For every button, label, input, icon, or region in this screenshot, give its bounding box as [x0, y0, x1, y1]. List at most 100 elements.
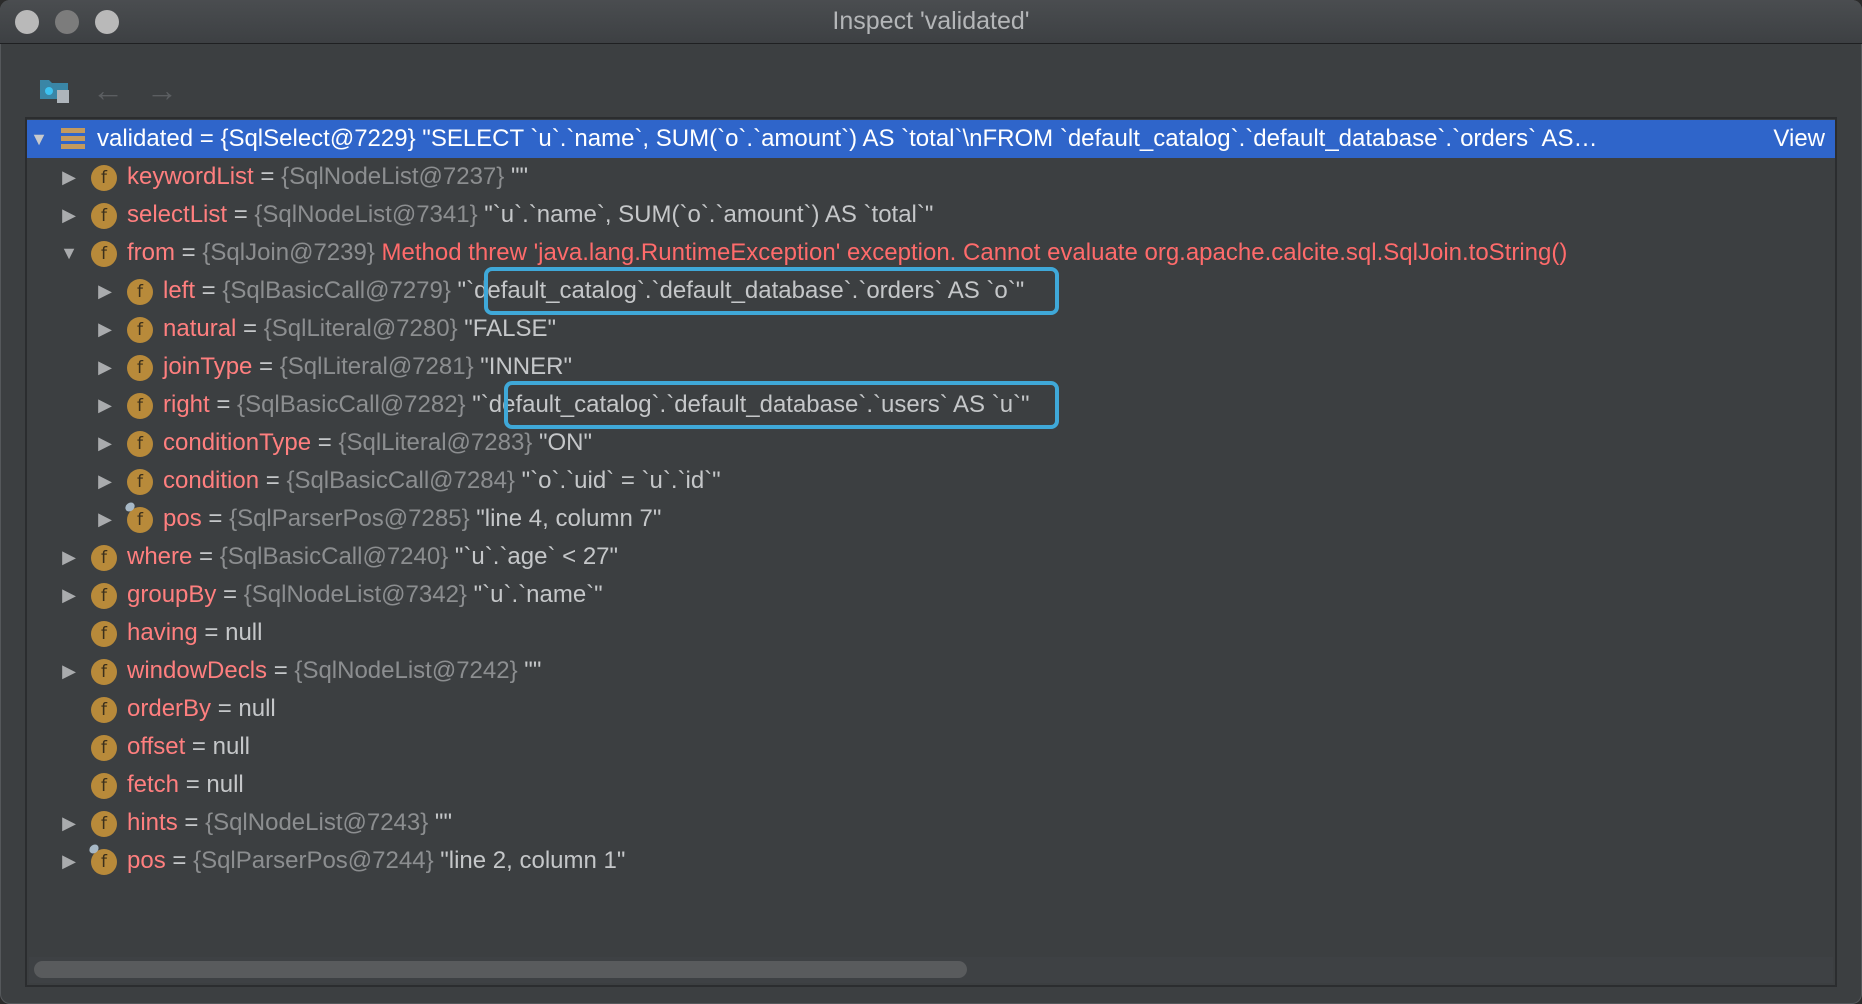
tree-row-joinType[interactable]: ▶ f joinType = {SqlLiteral@7281} "INNER" [27, 348, 1835, 386]
field-type: {SqlNodeList@7237} [281, 163, 505, 190]
field-icon: f [91, 583, 117, 609]
expand-toggle[interactable]: ▶ [59, 576, 79, 614]
expand-toggle[interactable]: ▶ [95, 310, 115, 348]
expand-toggle[interactable]: ▶ [95, 462, 115, 500]
equals-sign: = [192, 543, 220, 570]
tree-row-text: pos = {SqlParserPos@7285} "line 4, colum… [163, 500, 661, 538]
tree-row-windowDecls[interactable]: ▶ f windowDecls = {SqlNodeList@7242} "" [27, 652, 1835, 690]
expand-toggle[interactable]: ▶ [59, 842, 79, 880]
tree-row-left[interactable]: ▶ f left = {SqlBasicCall@7279} "`default_c… [27, 272, 1835, 310]
field-icon: f [91, 241, 117, 267]
folder-watch-icon[interactable] [40, 78, 72, 103]
field-value: "`u`.`name`" [466, 581, 603, 608]
field-type: {SqlBasicCall@7279} [222, 277, 451, 304]
field-type: {SqlNodeList@7242} [294, 657, 518, 684]
field-icon: f [91, 773, 117, 799]
equals-sign: = [216, 581, 244, 608]
field-value: "`u`.`name`, SUM(`o`.`amount`) AS `total… [477, 201, 934, 228]
evaluation-error: Method threw 'java.lang.RuntimeException… [374, 239, 1568, 266]
expand-toggle[interactable]: ▼ [59, 234, 79, 272]
expand-toggle[interactable]: ▶ [59, 158, 79, 196]
field-name: natural [163, 315, 237, 342]
field-name: conditionType [163, 429, 312, 456]
expand-toggle[interactable]: ▶ [95, 386, 115, 424]
tree-row-text: keywordList = {SqlNodeList@7237} "" [127, 158, 528, 196]
field-value: "line 2, column 1" [433, 847, 626, 874]
equals-sign: = [252, 353, 280, 380]
equals-sign: = [197, 619, 226, 646]
field-name: keywordList [127, 163, 254, 190]
field-icon: f [127, 469, 153, 495]
tree-row-validated[interactable]: ▼ validated = {SqlSelect@7229} "SELECT `u… [27, 120, 1835, 158]
tree-row-selectList[interactable]: ▶ f selectList = {SqlNodeList@7341} "`u`.`… [27, 196, 1835, 234]
variables-tree[interactable]: ▼ validated = {SqlSelect@7229} "SELECT `u… [25, 117, 1837, 987]
field-type: {SqlLiteral@7281} [279, 353, 474, 380]
field-icon: f [91, 811, 117, 837]
tree-row-text: pos = {SqlParserPos@7244} "line 2, colum… [127, 842, 625, 880]
tree-row-natural[interactable]: ▶ f natural = {SqlLiteral@7280} "FALSE" [27, 310, 1835, 348]
field-value: "" [517, 657, 542, 684]
tree-row-from[interactable]: ▼ f from = {SqlJoin@7239} Method threw 'ja… [27, 234, 1835, 272]
equals-sign: = [259, 467, 287, 494]
field-name: groupBy [127, 581, 217, 608]
field-name: having [127, 619, 198, 646]
field-icon: f [91, 659, 117, 685]
field-icon: f [91, 545, 117, 571]
arrow-right-icon[interactable]: → [146, 74, 178, 106]
tree-row-orderBy[interactable]: f orderBy = null [27, 690, 1835, 728]
expand-toggle[interactable]: ▶ [95, 500, 115, 538]
tree-row-having[interactable]: f having = null [27, 614, 1835, 652]
expand-toggle[interactable]: ▶ [59, 538, 79, 576]
tree-row-conditionType[interactable]: ▶ f conditionType = {SqlLiteral@7283} "ON" [27, 424, 1835, 462]
tree-row-keywordList[interactable]: ▶ f keywordList = {SqlNodeList@7237} "" [27, 158, 1835, 196]
tree-row-where[interactable]: ▶ f where = {SqlBasicCall@7240} "`u`.`age`… [27, 538, 1835, 576]
tree-row-condition[interactable]: ▶ f condition = {SqlBasicCall@7284} "`o`.`… [27, 462, 1835, 500]
tree-row-right[interactable]: ▶ f right = {SqlBasicCall@7282} "`default_… [27, 386, 1835, 424]
field-value: "`u`.`age` < 27" [448, 543, 619, 570]
field-name: hints [127, 809, 178, 836]
equals-sign: = [253, 163, 282, 190]
horizontal-scrollbar[interactable] [29, 957, 1833, 983]
tree-row-pos[interactable]: ▶ f pos = {SqlParserPos@7285} "line 4, col… [27, 500, 1835, 538]
field-icon: f [127, 279, 153, 305]
equals-sign: = [201, 505, 230, 532]
expand-toggle[interactable]: ▶ [59, 196, 79, 234]
field-type: {SqlLiteral@7280} [263, 315, 458, 342]
expand-toggle[interactable]: ▶ [95, 348, 115, 386]
field-value: null [212, 733, 250, 760]
tree-row-groupBy[interactable]: ▶ f groupBy = {SqlNodeList@7342} "`u`.`nam… [27, 576, 1835, 614]
horizontal-scrollbar-thumb[interactable] [34, 961, 967, 978]
equals-sign: = [179, 771, 207, 798]
expand-toggle[interactable]: ▼ [29, 120, 49, 158]
field-type: {SqlNodeList@7341} [254, 201, 478, 228]
arrow-left-icon[interactable]: ← [92, 74, 124, 106]
field-value: "`o`.`uid` = `u`.`id`" [514, 467, 721, 494]
field-icon: f [91, 203, 117, 229]
expand-toggle[interactable]: ▶ [59, 804, 79, 842]
equals-sign: = [165, 847, 194, 874]
equals-sign: = [267, 657, 295, 684]
equals-sign: = [227, 201, 255, 228]
field-value: null [225, 619, 263, 646]
field-type: {SqlLiteral@7283} [338, 429, 533, 456]
tree-row-text: left = {SqlBasicCall@7279} "`default_cat… [163, 272, 1024, 310]
equals-sign: = [236, 315, 264, 342]
equals-sign: = [193, 125, 221, 152]
field-name: windowDecls [127, 657, 268, 684]
tree-row-text: having = null [127, 614, 262, 652]
expand-toggle[interactable]: ▶ [95, 424, 115, 462]
field-value: "FALSE" [457, 315, 557, 342]
equals-sign: = [211, 695, 239, 722]
expand-toggle[interactable]: ▶ [59, 652, 79, 690]
tree-row-pos[interactable]: ▶ f pos = {SqlParserPos@7244} "line 2, col… [27, 842, 1835, 880]
tree-row-hints[interactable]: ▶ f hints = {SqlNodeList@7243} "" [27, 804, 1835, 842]
field-icon: f [127, 355, 153, 381]
expand-toggle[interactable]: ▶ [95, 272, 115, 310]
tree-row-text: joinType = {SqlLiteral@7281} "INNER" [163, 348, 572, 386]
equals-sign: = [209, 391, 238, 418]
view-link[interactable]: View [1773, 120, 1825, 158]
field-icon: f [91, 621, 117, 647]
field-type: {SqlParserPos@7285} [229, 505, 470, 532]
tree-row-offset[interactable]: f offset = null [27, 728, 1835, 766]
tree-row-fetch[interactable]: f fetch = null [27, 766, 1835, 804]
